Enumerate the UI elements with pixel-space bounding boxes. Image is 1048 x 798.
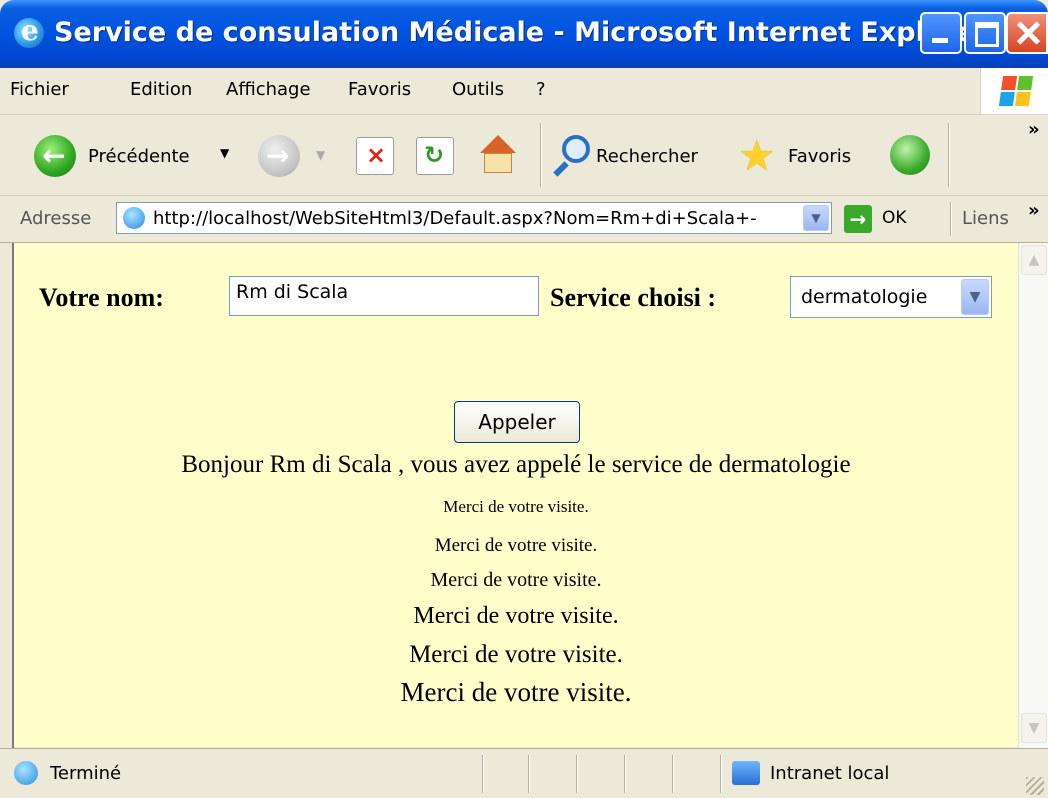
resize-grip[interactable] [1026, 777, 1044, 795]
network-icon [732, 761, 760, 785]
dropdown-caret-icon[interactable]: ▼ [316, 148, 325, 162]
dropdown-caret-icon[interactable]: ▼ [220, 146, 229, 160]
search-icon [562, 135, 590, 163]
menu-affichage[interactable]: Affichage [226, 79, 311, 100]
service-select[interactable]: dermatologie ▼ [790, 276, 992, 318]
frame-border [0, 243, 14, 748]
menu-outils[interactable]: Outils [452, 79, 504, 100]
thanks-message: Merci de votre visite. [409, 641, 623, 668]
go-button[interactable]: → OK [844, 203, 934, 235]
search-label: Rechercher [596, 146, 698, 167]
scroll-up-icon[interactable]: ▲ [1021, 245, 1047, 275]
security-zone: Intranet local [770, 763, 890, 784]
name-input[interactable]: Rm di Scala [229, 276, 539, 316]
history-button[interactable] [890, 135, 932, 177]
windows-logo [980, 68, 1048, 114]
forward-button[interactable]: → ▼ [254, 131, 332, 181]
name-label: Votre nom: [39, 283, 164, 312]
address-dropdown[interactable]: ▼ [803, 205, 829, 231]
thanks-message: Merci de votre visite. [434, 535, 598, 556]
browser-window: Service de consulation Médicale - Micros… [0, 0, 1048, 798]
menu-fichier[interactable]: Fichier [10, 79, 69, 100]
home-button[interactable] [474, 131, 522, 179]
call-button[interactable]: Appeler [454, 401, 580, 443]
refresh-button[interactable]: ↻ [416, 137, 454, 175]
menu-edition[interactable]: Edition [130, 79, 192, 100]
menu-favoris[interactable]: Favoris [348, 79, 411, 100]
thanks-message: Merci de votre visite. [400, 677, 632, 707]
toolbar-more-button[interactable]: » [1028, 119, 1040, 140]
minimize-icon[interactable] [920, 12, 962, 54]
home-icon [480, 135, 516, 153]
greeting-message: Bonjour Rm di Scala , vous avez appelé l… [181, 451, 851, 478]
vertical-scrollbar[interactable]: ▲ ▼ [1018, 243, 1048, 748]
go-label: OK [882, 208, 907, 228]
address-url: http://localhost/WebSiteHtml3/Default.as… [153, 208, 757, 229]
standard-toolbar: ← Précédente ▼ → ▼ × ↻ Rechercher ★ Favo… [0, 115, 1048, 196]
service-label: Service choisi : [550, 283, 717, 312]
back-arrow-icon: ← [34, 135, 76, 177]
status-text: Terminé [50, 763, 122, 784]
window-title: Service de consulation Médicale - Micros… [54, 17, 989, 48]
maximize-icon[interactable] [964, 12, 1006, 54]
forward-arrow-icon: → [258, 135, 300, 177]
stop-button[interactable]: × [356, 137, 394, 175]
chevron-down-icon: ▼ [811, 211, 821, 225]
favorites-button[interactable]: ★ Favoris [738, 131, 870, 181]
title-bar[interactable]: Service de consulation Médicale - Micros… [0, 0, 1048, 68]
links-more-button[interactable]: » [1028, 200, 1040, 221]
favorites-label: Favoris [788, 146, 852, 167]
page-content: Votre nom: Rm di Scala Service choisi : … [14, 243, 1018, 747]
address-label: Adresse [20, 208, 92, 229]
page-icon [14, 761, 38, 785]
back-label: Précédente [88, 146, 190, 167]
address-bar: Adresse http://localhost/WebSiteHtml3/De… [0, 196, 1048, 243]
menu-help[interactable]: ? [536, 79, 546, 100]
search-button[interactable]: Rechercher [553, 131, 726, 181]
close-icon[interactable] [1006, 12, 1048, 54]
windows-logo-icon [998, 76, 1034, 106]
menu-bar: Fichier Edition Affichage Favoris Outils… [0, 68, 1048, 115]
back-button[interactable]: ← Précédente ▼ [30, 131, 242, 181]
page-icon [123, 207, 145, 229]
favorites-star-icon: ★ [738, 131, 776, 180]
thanks-message: Merci de votre visite. [443, 497, 589, 516]
thanks-message: Merci de votre visite. [430, 569, 602, 591]
chevron-down-icon[interactable]: ▼ [961, 279, 989, 315]
status-bar: Terminé Intranet local [0, 748, 1048, 798]
refresh-icon: ↻ [424, 141, 445, 169]
scroll-down-icon[interactable]: ▼ [1021, 713, 1047, 743]
stop-icon: × [366, 141, 387, 169]
history-icon [890, 135, 930, 175]
address-input[interactable]: http://localhost/WebSiteHtml3/Default.as… [116, 202, 832, 234]
links-label[interactable]: Liens [962, 208, 1009, 229]
service-selected-value: dermatologie [801, 286, 928, 308]
ie-icon [14, 14, 44, 48]
thanks-message: Merci de votre visite. [413, 603, 619, 629]
go-arrow-icon: → [844, 205, 872, 233]
